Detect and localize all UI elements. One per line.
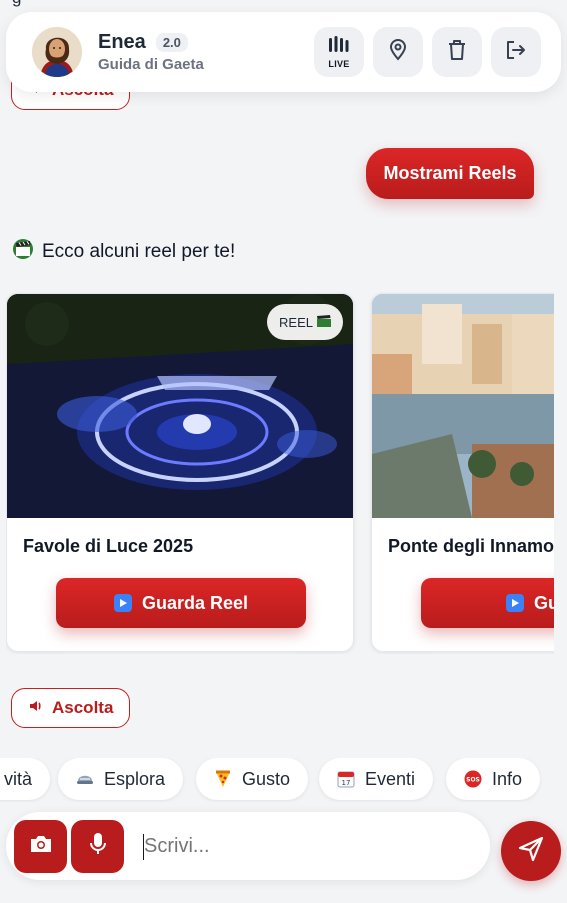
previous-message-fragment: g	[12, 0, 21, 8]
clear-chat-button[interactable]	[432, 27, 482, 77]
chip-info[interactable]: SOS Info	[446, 758, 541, 800]
chip-label: Esplora	[104, 768, 166, 789]
watch-reel-button[interactable]: Guarda Reel	[56, 578, 306, 628]
app-header: Enea 2.0 Guida di Gaeta LIVE	[6, 12, 561, 92]
version-badge: 2.0	[155, 33, 188, 52]
quick-chips: vità Esplora Gusto 17 Eventi SOS Info	[0, 758, 567, 802]
reel-title: Ponte degli Innamo	[388, 536, 554, 556]
location-button[interactable]	[373, 27, 423, 77]
text-caret	[143, 834, 144, 860]
camera-icon	[29, 834, 53, 859]
speaker-icon	[28, 698, 44, 719]
camera-button[interactable]	[14, 819, 67, 873]
clapper-icon	[317, 314, 331, 330]
watch-reel-label: Guarc	[533, 592, 554, 613]
reel-thumbnail[interactable]	[372, 294, 554, 518]
trash-icon	[447, 39, 467, 66]
clapper-icon	[12, 238, 34, 266]
chip-label: vità	[4, 768, 33, 789]
map-pin-icon	[388, 38, 408, 66]
chip-eventi[interactable]: 17 Eventi	[319, 758, 434, 800]
microphone-icon	[89, 832, 107, 861]
svg-text:17: 17	[342, 779, 351, 787]
chip-label: Gusto	[242, 768, 291, 789]
live-bars-icon	[328, 35, 350, 57]
chip-attivita[interactable]: vità	[0, 758, 51, 800]
app-subtitle: Guida di Gaeta	[98, 56, 204, 73]
send-icon	[517, 835, 545, 868]
reels-carousel[interactable]: REEL Favole di Luce 2025 Guarda Reel Pon…	[6, 292, 554, 654]
avatar	[32, 27, 82, 77]
play-icon	[113, 594, 132, 612]
reel-badge-label: REEL	[279, 314, 313, 330]
live-button[interactable]: LIVE	[314, 27, 364, 77]
chip-label: Eventi	[365, 768, 416, 789]
watch-reel-label: Guarda Reel	[141, 592, 249, 613]
chip-label: Info	[492, 768, 523, 789]
sos-icon: SOS	[464, 770, 482, 788]
composer	[6, 812, 490, 880]
chip-gusto[interactable]: Gusto	[196, 758, 309, 800]
send-button[interactable]	[501, 821, 561, 881]
listen-label: Ascolta	[52, 698, 114, 717]
logout-icon	[505, 40, 527, 65]
microphone-button[interactable]	[71, 819, 124, 873]
reel-title: Favole di Luce 2025	[23, 536, 194, 556]
bot-message-text: Ecco alcuni reel per te!	[42, 241, 236, 262]
listen-button[interactable]: Ascolta	[11, 688, 131, 728]
reel-badge: REEL	[267, 304, 343, 340]
app-name: Enea	[98, 31, 146, 53]
reel-card[interactable]: REEL Favole di Luce 2025 Guarda Reel	[6, 293, 354, 652]
message-input[interactable]	[144, 826, 490, 866]
svg-text:SOS: SOS	[466, 777, 480, 784]
play-icon	[505, 594, 524, 612]
bot-message: Ecco alcuni reel per te!	[12, 238, 235, 266]
reel-card[interactable]: Ponte degli Innamo Guarc	[371, 293, 554, 652]
user-message-bubble: Mostrami Reels	[366, 148, 534, 199]
chip-esplora[interactable]: Esplora	[58, 758, 184, 800]
helmet-icon	[76, 770, 94, 788]
pizza-icon	[214, 770, 232, 788]
calendar-icon: 17	[337, 770, 355, 788]
live-label: LIVE	[328, 58, 350, 69]
logout-button[interactable]	[491, 27, 541, 77]
watch-reel-button[interactable]: Guarc	[421, 578, 554, 628]
